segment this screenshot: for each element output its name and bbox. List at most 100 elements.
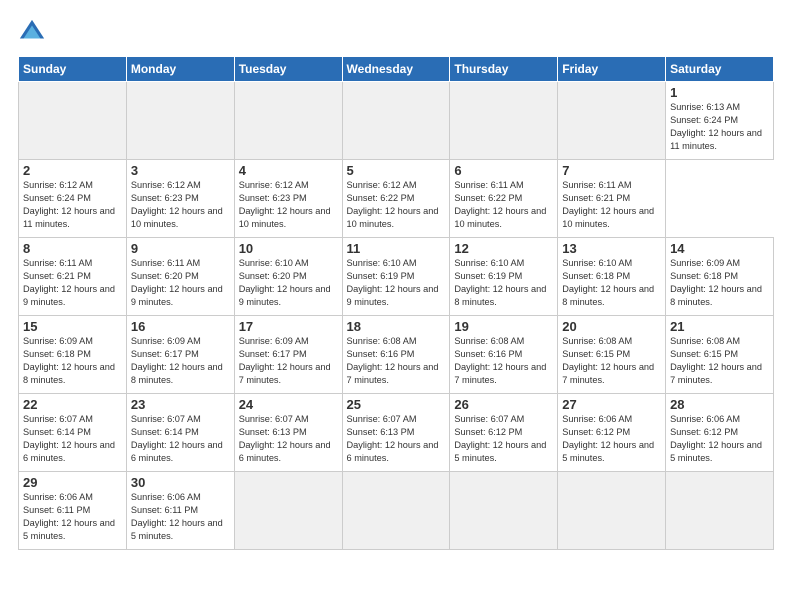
day-number: 16 xyxy=(131,319,230,334)
calendar-cell-2: 2Sunrise: 6:12 AM Sunset: 6:24 PM Daylig… xyxy=(19,160,127,238)
calendar-cell-25: 25Sunrise: 6:07 AM Sunset: 6:13 PM Dayli… xyxy=(342,394,450,472)
day-number: 8 xyxy=(23,241,122,256)
calendar-cell-empty xyxy=(558,472,666,550)
day-info: Sunrise: 6:12 AM Sunset: 6:23 PM Dayligh… xyxy=(131,179,230,231)
weekday-header-monday: Monday xyxy=(126,57,234,82)
weekday-header-row: SundayMondayTuesdayWednesdayThursdayFrid… xyxy=(19,57,774,82)
day-number: 12 xyxy=(454,241,553,256)
calendar-cell-28: 28Sunrise: 6:06 AM Sunset: 6:12 PM Dayli… xyxy=(666,394,774,472)
logo-icon xyxy=(18,18,46,46)
calendar-week-2: 2Sunrise: 6:12 AM Sunset: 6:24 PM Daylig… xyxy=(19,160,774,238)
day-number: 19 xyxy=(454,319,553,334)
day-number: 4 xyxy=(239,163,338,178)
calendar-cell-6: 6Sunrise: 6:11 AM Sunset: 6:22 PM Daylig… xyxy=(450,160,558,238)
day-info: Sunrise: 6:12 AM Sunset: 6:23 PM Dayligh… xyxy=(239,179,338,231)
day-number: 28 xyxy=(670,397,769,412)
calendar-cell-empty xyxy=(666,472,774,550)
logo xyxy=(18,18,50,46)
day-number: 18 xyxy=(347,319,446,334)
day-info: Sunrise: 6:08 AM Sunset: 6:16 PM Dayligh… xyxy=(347,335,446,387)
day-number: 22 xyxy=(23,397,122,412)
calendar-cell-15: 15Sunrise: 6:09 AM Sunset: 6:18 PM Dayli… xyxy=(19,316,127,394)
calendar-week-6: 29Sunrise: 6:06 AM Sunset: 6:11 PM Dayli… xyxy=(19,472,774,550)
calendar-cell-empty xyxy=(450,472,558,550)
calendar-cell-3: 3Sunrise: 6:12 AM Sunset: 6:23 PM Daylig… xyxy=(126,160,234,238)
day-info: Sunrise: 6:10 AM Sunset: 6:20 PM Dayligh… xyxy=(239,257,338,309)
calendar-cell-26: 26Sunrise: 6:07 AM Sunset: 6:12 PM Dayli… xyxy=(450,394,558,472)
day-number: 24 xyxy=(239,397,338,412)
weekday-header-friday: Friday xyxy=(558,57,666,82)
day-info: Sunrise: 6:13 AM Sunset: 6:24 PM Dayligh… xyxy=(670,101,769,153)
calendar-table: SundayMondayTuesdayWednesdayThursdayFrid… xyxy=(18,56,774,550)
day-info: Sunrise: 6:11 AM Sunset: 6:22 PM Dayligh… xyxy=(454,179,553,231)
day-number: 2 xyxy=(23,163,122,178)
day-info: Sunrise: 6:06 AM Sunset: 6:11 PM Dayligh… xyxy=(23,491,122,543)
day-number: 13 xyxy=(562,241,661,256)
day-info: Sunrise: 6:06 AM Sunset: 6:12 PM Dayligh… xyxy=(562,413,661,465)
calendar-cell-empty xyxy=(558,82,666,160)
day-info: Sunrise: 6:06 AM Sunset: 6:12 PM Dayligh… xyxy=(670,413,769,465)
weekday-header-thursday: Thursday xyxy=(450,57,558,82)
day-info: Sunrise: 6:07 AM Sunset: 6:13 PM Dayligh… xyxy=(347,413,446,465)
page: SundayMondayTuesdayWednesdayThursdayFrid… xyxy=(0,0,792,612)
day-info: Sunrise: 6:07 AM Sunset: 6:14 PM Dayligh… xyxy=(131,413,230,465)
day-number: 25 xyxy=(347,397,446,412)
calendar-cell-21: 21Sunrise: 6:08 AM Sunset: 6:15 PM Dayli… xyxy=(666,316,774,394)
calendar-cell-empty xyxy=(234,472,342,550)
day-info: Sunrise: 6:08 AM Sunset: 6:15 PM Dayligh… xyxy=(670,335,769,387)
weekday-header-sunday: Sunday xyxy=(19,57,127,82)
day-number: 30 xyxy=(131,475,230,490)
calendar-cell-7: 7Sunrise: 6:11 AM Sunset: 6:21 PM Daylig… xyxy=(558,160,666,238)
calendar-cell-empty xyxy=(342,82,450,160)
calendar-cell-14: 14Sunrise: 6:09 AM Sunset: 6:18 PM Dayli… xyxy=(666,238,774,316)
calendar-cell-22: 22Sunrise: 6:07 AM Sunset: 6:14 PM Dayli… xyxy=(19,394,127,472)
calendar-cell-5: 5Sunrise: 6:12 AM Sunset: 6:22 PM Daylig… xyxy=(342,160,450,238)
day-number: 26 xyxy=(454,397,553,412)
day-info: Sunrise: 6:11 AM Sunset: 6:20 PM Dayligh… xyxy=(131,257,230,309)
calendar-cell-9: 9Sunrise: 6:11 AM Sunset: 6:20 PM Daylig… xyxy=(126,238,234,316)
calendar-cell-19: 19Sunrise: 6:08 AM Sunset: 6:16 PM Dayli… xyxy=(450,316,558,394)
day-number: 20 xyxy=(562,319,661,334)
day-number: 27 xyxy=(562,397,661,412)
day-number: 5 xyxy=(347,163,446,178)
calendar-cell-12: 12Sunrise: 6:10 AM Sunset: 6:19 PM Dayli… xyxy=(450,238,558,316)
calendar-cell-16: 16Sunrise: 6:09 AM Sunset: 6:17 PM Dayli… xyxy=(126,316,234,394)
calendar-cell-11: 11Sunrise: 6:10 AM Sunset: 6:19 PM Dayli… xyxy=(342,238,450,316)
day-number: 29 xyxy=(23,475,122,490)
day-number: 11 xyxy=(347,241,446,256)
calendar-cell-empty xyxy=(342,472,450,550)
calendar-cell-23: 23Sunrise: 6:07 AM Sunset: 6:14 PM Dayli… xyxy=(126,394,234,472)
day-number: 15 xyxy=(23,319,122,334)
calendar-cell-29: 29Sunrise: 6:06 AM Sunset: 6:11 PM Dayli… xyxy=(19,472,127,550)
day-info: Sunrise: 6:12 AM Sunset: 6:24 PM Dayligh… xyxy=(23,179,122,231)
day-number: 3 xyxy=(131,163,230,178)
calendar-week-1: 1Sunrise: 6:13 AM Sunset: 6:24 PM Daylig… xyxy=(19,82,774,160)
calendar-cell-30: 30Sunrise: 6:06 AM Sunset: 6:11 PM Dayli… xyxy=(126,472,234,550)
day-info: Sunrise: 6:09 AM Sunset: 6:17 PM Dayligh… xyxy=(131,335,230,387)
day-number: 6 xyxy=(454,163,553,178)
calendar-cell-8: 8Sunrise: 6:11 AM Sunset: 6:21 PM Daylig… xyxy=(19,238,127,316)
calendar-cell-4: 4Sunrise: 6:12 AM Sunset: 6:23 PM Daylig… xyxy=(234,160,342,238)
calendar-cell-10: 10Sunrise: 6:10 AM Sunset: 6:20 PM Dayli… xyxy=(234,238,342,316)
day-number: 7 xyxy=(562,163,661,178)
day-info: Sunrise: 6:12 AM Sunset: 6:22 PM Dayligh… xyxy=(347,179,446,231)
day-info: Sunrise: 6:10 AM Sunset: 6:19 PM Dayligh… xyxy=(454,257,553,309)
day-info: Sunrise: 6:11 AM Sunset: 6:21 PM Dayligh… xyxy=(23,257,122,309)
calendar-cell-1: 1Sunrise: 6:13 AM Sunset: 6:24 PM Daylig… xyxy=(666,82,774,160)
day-number: 14 xyxy=(670,241,769,256)
calendar-cell-empty xyxy=(450,82,558,160)
day-number: 10 xyxy=(239,241,338,256)
weekday-header-tuesday: Tuesday xyxy=(234,57,342,82)
calendar-cell-empty xyxy=(19,82,127,160)
day-info: Sunrise: 6:10 AM Sunset: 6:18 PM Dayligh… xyxy=(562,257,661,309)
calendar-cell-empty xyxy=(126,82,234,160)
calendar-cell-17: 17Sunrise: 6:09 AM Sunset: 6:17 PM Dayli… xyxy=(234,316,342,394)
day-info: Sunrise: 6:09 AM Sunset: 6:18 PM Dayligh… xyxy=(670,257,769,309)
day-number: 9 xyxy=(131,241,230,256)
day-info: Sunrise: 6:08 AM Sunset: 6:15 PM Dayligh… xyxy=(562,335,661,387)
day-number: 21 xyxy=(670,319,769,334)
calendar-cell-13: 13Sunrise: 6:10 AM Sunset: 6:18 PM Dayli… xyxy=(558,238,666,316)
day-info: Sunrise: 6:09 AM Sunset: 6:18 PM Dayligh… xyxy=(23,335,122,387)
calendar-week-4: 15Sunrise: 6:09 AM Sunset: 6:18 PM Dayli… xyxy=(19,316,774,394)
day-number: 17 xyxy=(239,319,338,334)
